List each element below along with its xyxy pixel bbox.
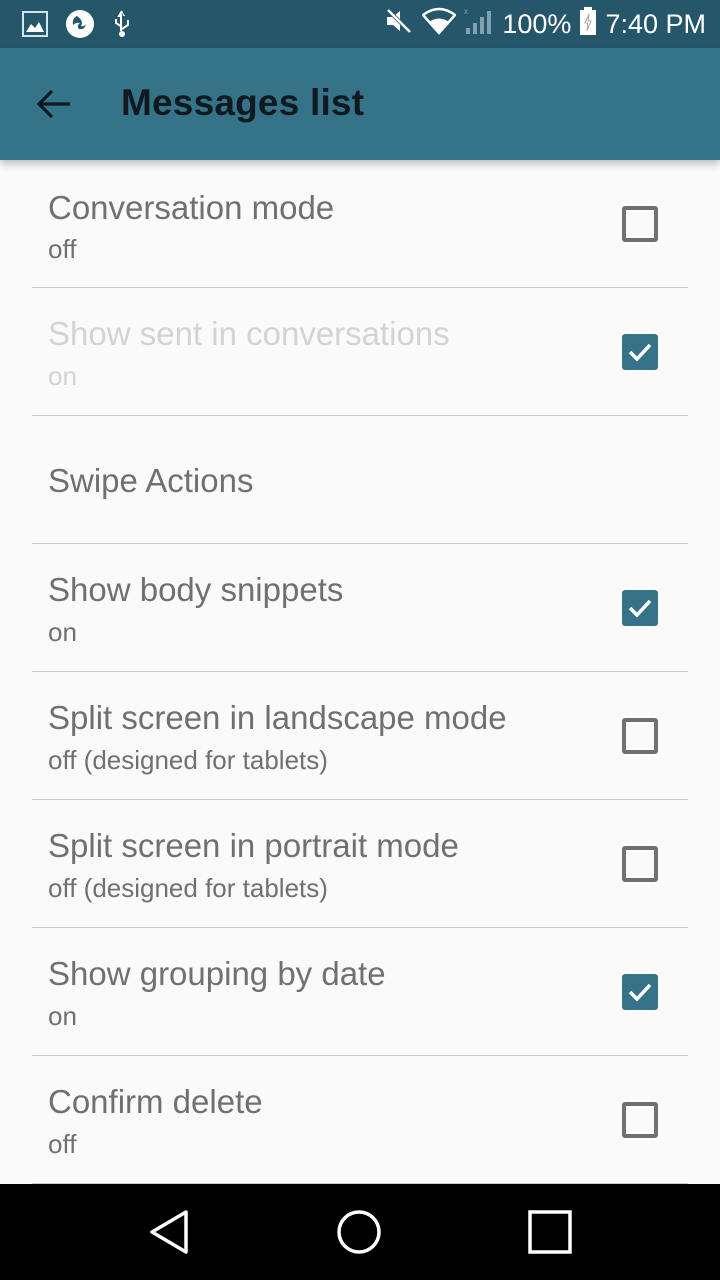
checkbox-split-screen-landscape[interactable] [622, 718, 658, 754]
setting-title: Swipe Actions [48, 462, 254, 499]
nav-back-icon [150, 1210, 188, 1254]
navigation-bar [0, 1184, 720, 1280]
setting-title: Split screen in portrait mode [48, 827, 459, 864]
battery-percent: 100% [502, 9, 572, 39]
battery-charging-icon [579, 6, 597, 43]
setting-summary: off [48, 234, 77, 264]
setting-confirm-delete[interactable]: Confirm delete off [32, 1056, 688, 1184]
signal-icon: x [464, 6, 494, 43]
clock: 7:40 PM [605, 9, 706, 39]
nav-home-button[interactable] [335, 1208, 383, 1256]
checkbox-split-screen-portrait[interactable] [622, 846, 658, 882]
page-title: Messages list [121, 82, 365, 123]
status-bar: x 100% 7:40 PM [0, 0, 720, 48]
checkmark-icon [628, 599, 652, 618]
checkmark-icon [628, 343, 652, 362]
mute-icon [384, 6, 414, 43]
image-icon [22, 11, 48, 42]
setting-title: Show sent in conversations [48, 315, 450, 352]
back-button[interactable] [34, 84, 78, 124]
checkbox-show-body-snippets[interactable] [622, 590, 658, 626]
nav-home-icon [337, 1210, 381, 1254]
setting-summary: off (designed for tablets) [48, 745, 328, 775]
setting-title: Split screen in landscape mode [48, 699, 507, 736]
checkbox-show-sent-in-conversations [622, 334, 658, 370]
setting-title: Conversation mode [48, 189, 335, 226]
checkbox-show-grouping-by-date[interactable] [622, 974, 658, 1010]
setting-show-body-snippets[interactable]: Show body snippets on [32, 544, 688, 672]
setting-summary: off (designed for tablets) [48, 873, 328, 903]
setting-summary: off [48, 1129, 77, 1159]
checkmark-icon [628, 983, 652, 1002]
setting-conversation-mode[interactable]: Conversation mode off [32, 160, 688, 288]
svg-text:x: x [464, 7, 468, 16]
setting-split-screen-portrait[interactable]: Split screen in portrait mode off (desig… [32, 800, 688, 928]
firefox-icon [64, 8, 96, 45]
setting-summary: on [48, 361, 77, 391]
wifi-icon [421, 7, 458, 42]
setting-summary: on [48, 617, 77, 647]
setting-swipe-actions[interactable]: Swipe Actions [32, 416, 688, 544]
nav-back-button[interactable] [146, 1208, 194, 1256]
app-bar: Messages list [0, 48, 720, 160]
setting-title: Confirm delete [48, 1083, 263, 1120]
setting-summary: on [48, 1001, 77, 1031]
setting-split-screen-landscape[interactable]: Split screen in landscape mode off (desi… [32, 672, 688, 800]
setting-title: Show body snippets [48, 571, 344, 608]
checkbox-confirm-delete[interactable] [622, 1102, 658, 1138]
usb-icon [112, 9, 132, 44]
checkbox-conversation-mode[interactable] [622, 206, 658, 242]
setting-show-grouping-by-date[interactable]: Show grouping by date on [32, 928, 688, 1056]
arrow-back-icon [36, 89, 70, 119]
setting-show-sent-in-conversations: Show sent in conversations on [32, 288, 688, 416]
nav-recents-icon [528, 1210, 572, 1254]
settings-list: Conversation mode off Show sent in conve… [0, 160, 720, 1184]
setting-title: Show grouping by date [48, 955, 386, 992]
nav-recents-button[interactable] [526, 1208, 574, 1256]
